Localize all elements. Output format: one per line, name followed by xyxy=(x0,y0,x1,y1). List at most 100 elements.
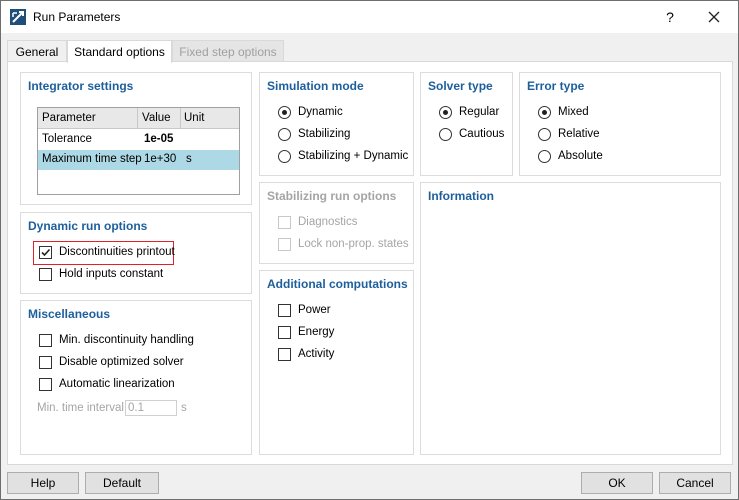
option-label: Power xyxy=(298,304,331,316)
checkbox-box[interactable] xyxy=(278,326,291,339)
min-time-interval-input: 0.1 xyxy=(125,400,177,416)
solver-type-cautious-radio[interactable]: Cautious xyxy=(439,127,509,143)
column-header-parameter[interactable]: Parameter xyxy=(42,112,96,124)
run-parameters-dialog: Run Parameters ? General Standard option… xyxy=(0,0,739,500)
min-time-interval-unit: s xyxy=(181,402,187,414)
radio-button[interactable] xyxy=(278,106,291,119)
checkbox-box[interactable] xyxy=(278,348,291,361)
dynamic-run-options-group: Dynamic run options Discontinuities prin… xyxy=(20,212,252,294)
option-label: Min. discontinuity handling xyxy=(59,334,194,346)
dynamic-run-options-title: Dynamic run options xyxy=(28,219,148,233)
discontinuities-printout-checkbox[interactable]: Discontinuities printout xyxy=(39,245,189,261)
app-icon xyxy=(10,9,26,25)
checkbox-box[interactable] xyxy=(39,334,52,347)
tab-fixed-step-options: Fixed step options xyxy=(172,40,284,62)
radio-button[interactable] xyxy=(439,128,452,141)
close-icon xyxy=(708,11,720,23)
checkbox-box[interactable] xyxy=(39,246,52,259)
option-label: Absolute xyxy=(558,150,603,162)
checkbox-box[interactable] xyxy=(278,304,291,317)
miscellaneous-title: Miscellaneous xyxy=(28,307,111,321)
simulation-mode-group: Simulation mode Dynamic Stabilizing Stab… xyxy=(259,72,414,176)
parameter-unit: s xyxy=(186,153,192,165)
simulation-mode-stabilizing-radio[interactable]: Stabilizing xyxy=(278,127,413,143)
option-label: Hold inputs constant xyxy=(59,268,164,280)
parameter-value[interactable]: 1e+30 xyxy=(144,153,176,165)
table-row[interactable]: Tolerance 1e-05 xyxy=(38,130,239,150)
checkbox-box xyxy=(278,216,291,229)
energy-checkbox[interactable]: Energy xyxy=(278,325,398,341)
additional-computations-group: Additional computations Power Energy Act… xyxy=(259,270,414,455)
information-title: Information xyxy=(428,189,494,203)
error-type-absolute-radio[interactable]: Absolute xyxy=(538,149,638,165)
column-header-value[interactable]: Value xyxy=(142,112,171,124)
lock-non-prop-states-checkbox: Lock non-prop. states xyxy=(278,237,413,253)
checkbox-box xyxy=(278,238,291,251)
window-title: Run Parameters xyxy=(33,10,121,24)
additional-computations-title: Additional computations xyxy=(267,277,408,291)
help-title-button[interactable]: ? xyxy=(659,7,681,27)
option-label: Dynamic xyxy=(298,106,343,118)
radio-button[interactable] xyxy=(538,128,551,141)
solver-type-title: Solver type xyxy=(428,79,493,93)
table-header: Parameter Value Unit xyxy=(38,108,239,129)
radio-button[interactable] xyxy=(538,150,551,163)
solver-type-regular-radio[interactable]: Regular xyxy=(439,105,509,121)
integrator-settings-group: Integrator settings Parameter Value Unit… xyxy=(20,72,252,205)
option-label: Diagnostics xyxy=(298,216,358,228)
min-discontinuity-handling-checkbox[interactable]: Min. discontinuity handling xyxy=(39,333,219,349)
table-row[interactable]: Maximum time step 1e+30 s xyxy=(38,150,239,170)
option-label: Automatic linearization xyxy=(59,378,175,390)
option-label: Regular xyxy=(459,106,500,118)
simulation-mode-dynamic-radio[interactable]: Dynamic xyxy=(278,105,413,121)
checkbox-box[interactable] xyxy=(39,268,52,281)
information-group: Information xyxy=(420,182,721,455)
close-button[interactable] xyxy=(699,7,729,27)
parameter-table: Parameter Value Unit Tolerance 1e-05 Max… xyxy=(37,107,240,195)
option-label: Disable optimized solver xyxy=(59,356,184,368)
simulation-mode-title: Simulation mode xyxy=(267,79,364,93)
tab-general[interactable]: General xyxy=(7,40,67,62)
simulation-mode-stabilizing-dynamic-radio[interactable]: Stabilizing + Dynamic xyxy=(278,149,413,165)
title-bar: Run Parameters ? xyxy=(1,1,738,33)
error-type-mixed-radio[interactable]: Mixed xyxy=(538,105,638,121)
option-label: Lock non-prop. states xyxy=(298,238,409,250)
option-label: Discontinuities printout xyxy=(59,246,175,258)
option-label: Energy xyxy=(298,326,335,338)
column-header-unit[interactable]: Unit xyxy=(184,112,204,124)
option-label: Stabilizing + Dynamic xyxy=(298,150,409,162)
activity-checkbox[interactable]: Activity xyxy=(278,347,398,363)
stabilizing-run-options-group: Stabilizing run options Diagnostics Lock… xyxy=(259,182,414,264)
automatic-linearization-checkbox[interactable]: Automatic linearization xyxy=(39,377,219,393)
radio-button[interactable] xyxy=(538,106,551,119)
checkbox-box[interactable] xyxy=(39,378,52,391)
help-button[interactable]: Help xyxy=(7,472,79,494)
option-label: Stabilizing xyxy=(298,128,351,140)
min-time-interval-label: Min. time interval xyxy=(37,402,124,414)
ok-button[interactable]: OK xyxy=(581,472,653,494)
parameter-name: Maximum time step xyxy=(42,153,142,165)
miscellaneous-group: Miscellaneous Min. discontinuity handlin… xyxy=(20,300,252,455)
solver-type-group: Solver type Regular Cautious xyxy=(420,72,513,176)
parameter-value[interactable]: 1e-05 xyxy=(144,133,173,145)
disable-optimized-solver-checkbox[interactable]: Disable optimized solver xyxy=(39,355,219,371)
cancel-button[interactable]: Cancel xyxy=(659,472,731,494)
option-label: Relative xyxy=(558,128,600,140)
radio-button[interactable] xyxy=(278,150,291,163)
power-checkbox[interactable]: Power xyxy=(278,303,398,319)
radio-button[interactable] xyxy=(439,106,452,119)
parameter-name: Tolerance xyxy=(42,133,92,145)
hold-inputs-constant-checkbox[interactable]: Hold inputs constant xyxy=(39,267,189,283)
check-icon xyxy=(41,248,51,257)
default-button[interactable]: Default xyxy=(85,472,159,494)
error-type-title: Error type xyxy=(527,79,585,93)
stabilizing-run-options-title: Stabilizing run options xyxy=(267,189,397,203)
error-type-relative-radio[interactable]: Relative xyxy=(538,127,638,143)
tab-standard-options[interactable]: Standard options xyxy=(67,40,172,63)
error-type-group: Error type Mixed Relative Absolute xyxy=(519,72,721,176)
option-label: Activity xyxy=(298,348,335,360)
standard-options-panel: Integrator settings Parameter Value Unit… xyxy=(7,61,733,465)
radio-button[interactable] xyxy=(278,128,291,141)
checkbox-box[interactable] xyxy=(39,356,52,369)
option-label: Cautious xyxy=(459,128,505,140)
